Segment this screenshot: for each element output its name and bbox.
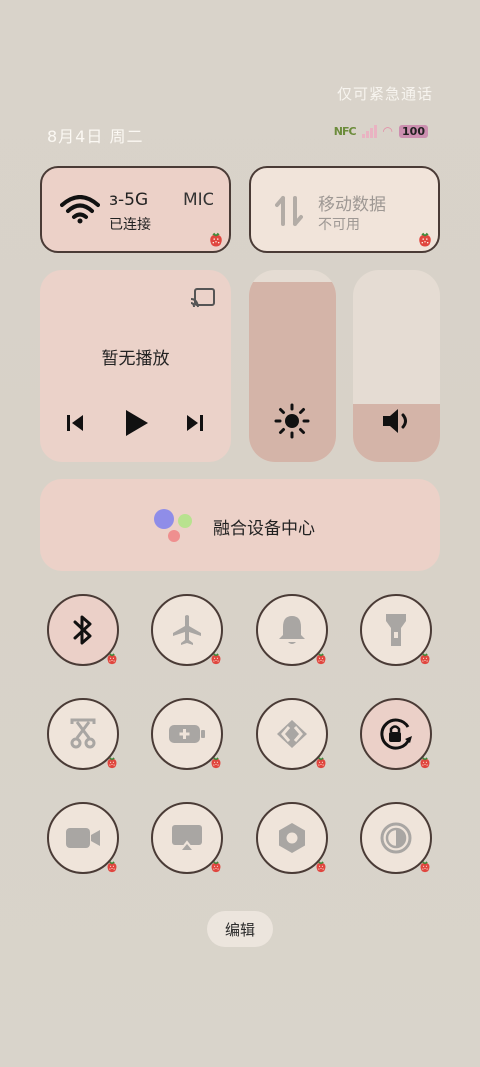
settings-toggle[interactable]: [256, 802, 328, 874]
dark-mode-toggle[interactable]: [360, 802, 432, 874]
data-transfer-icon: [275, 196, 303, 226]
strawberry-icon: [209, 860, 223, 874]
device-center-title: 融合设备中心: [213, 519, 315, 539]
cast-icon[interactable]: [190, 287, 216, 309]
play-icon[interactable]: [122, 408, 150, 438]
brightness-slider[interactable]: [249, 270, 336, 462]
wifi-icon: [60, 195, 100, 224]
airplane-mode-toggle[interactable]: [151, 594, 223, 666]
strawberry-icon: [314, 652, 328, 666]
screenshot-icon: [70, 718, 96, 749]
mobile-data-title: 移动数据: [318, 195, 386, 215]
strawberry-icon: [105, 860, 119, 874]
speaker-icon: [383, 409, 407, 433]
nfc-icon: NFC: [333, 124, 357, 138]
strawberry-icon: [314, 756, 328, 770]
screencast-toggle[interactable]: [151, 802, 223, 874]
rotation-lock-icon: [380, 718, 412, 750]
screencast-icon: [172, 825, 202, 852]
signal-icon: [361, 124, 377, 138]
mobile-data-tile[interactable]: 移动数据 不可用: [249, 166, 440, 253]
wifi-ssid-secondary: MIC: [183, 190, 213, 210]
hexagon-settings-icon: [279, 823, 305, 853]
airplane-icon: [173, 615, 201, 645]
device-center-icon: [154, 509, 192, 542]
previous-track-icon[interactable]: [64, 412, 86, 434]
status-icons: NFC ◠ 100: [334, 124, 428, 138]
battery-level: 100: [399, 124, 428, 138]
contrast-icon: [380, 822, 412, 854]
bluetooth-toggle[interactable]: [47, 594, 119, 666]
edit-button[interactable]: 编辑: [207, 911, 273, 947]
strawberry-icon: [209, 652, 223, 666]
rainbow-icon: ◠: [382, 124, 394, 138]
nearby-share-icon: [277, 720, 307, 748]
strawberry-icon: [105, 756, 119, 770]
strawberry-icon: [209, 756, 223, 770]
brightness-icon: [274, 403, 310, 439]
wifi-ssid: ɜ-5G: [109, 190, 149, 210]
device-center-tile[interactable]: 融合设备中心: [40, 479, 440, 571]
bluetooth-icon: [73, 615, 92, 645]
strawberry-icon: [314, 860, 328, 874]
strawberry-icon: [105, 652, 119, 666]
ringer-toggle[interactable]: [256, 594, 328, 666]
volume-slider[interactable]: [353, 270, 440, 462]
wifi-tile[interactable]: ɜ-5G MIC 已连接: [40, 166, 231, 253]
strawberry-icon: [416, 231, 434, 249]
strawberry-icon: [207, 231, 225, 249]
wifi-state: 已连接: [109, 217, 151, 233]
flashlight-icon: [386, 614, 406, 646]
bell-icon: [279, 616, 305, 644]
battery-plus-icon: [169, 725, 205, 743]
next-track-icon[interactable]: [184, 412, 206, 434]
media-title: 暂无播放: [101, 349, 170, 369]
nearby-share-toggle[interactable]: [256, 698, 328, 770]
emergency-calls-only-text: 仅可紧急通话: [336, 85, 433, 103]
rotation-lock-toggle[interactable]: [360, 698, 432, 770]
strawberry-icon: [418, 652, 432, 666]
strawberry-icon: [418, 756, 432, 770]
screenshot-toggle[interactable]: [47, 698, 119, 770]
video-camera-icon: [66, 828, 100, 848]
flashlight-toggle[interactable]: [360, 594, 432, 666]
screen-record-toggle[interactable]: [47, 802, 119, 874]
battery-saver-toggle[interactable]: [151, 698, 223, 770]
strawberry-icon: [418, 860, 432, 874]
mobile-data-state: 不可用: [318, 217, 360, 233]
media-player-tile: 暂无播放: [40, 270, 231, 462]
date-text: 8月4日 周二: [47, 127, 144, 146]
